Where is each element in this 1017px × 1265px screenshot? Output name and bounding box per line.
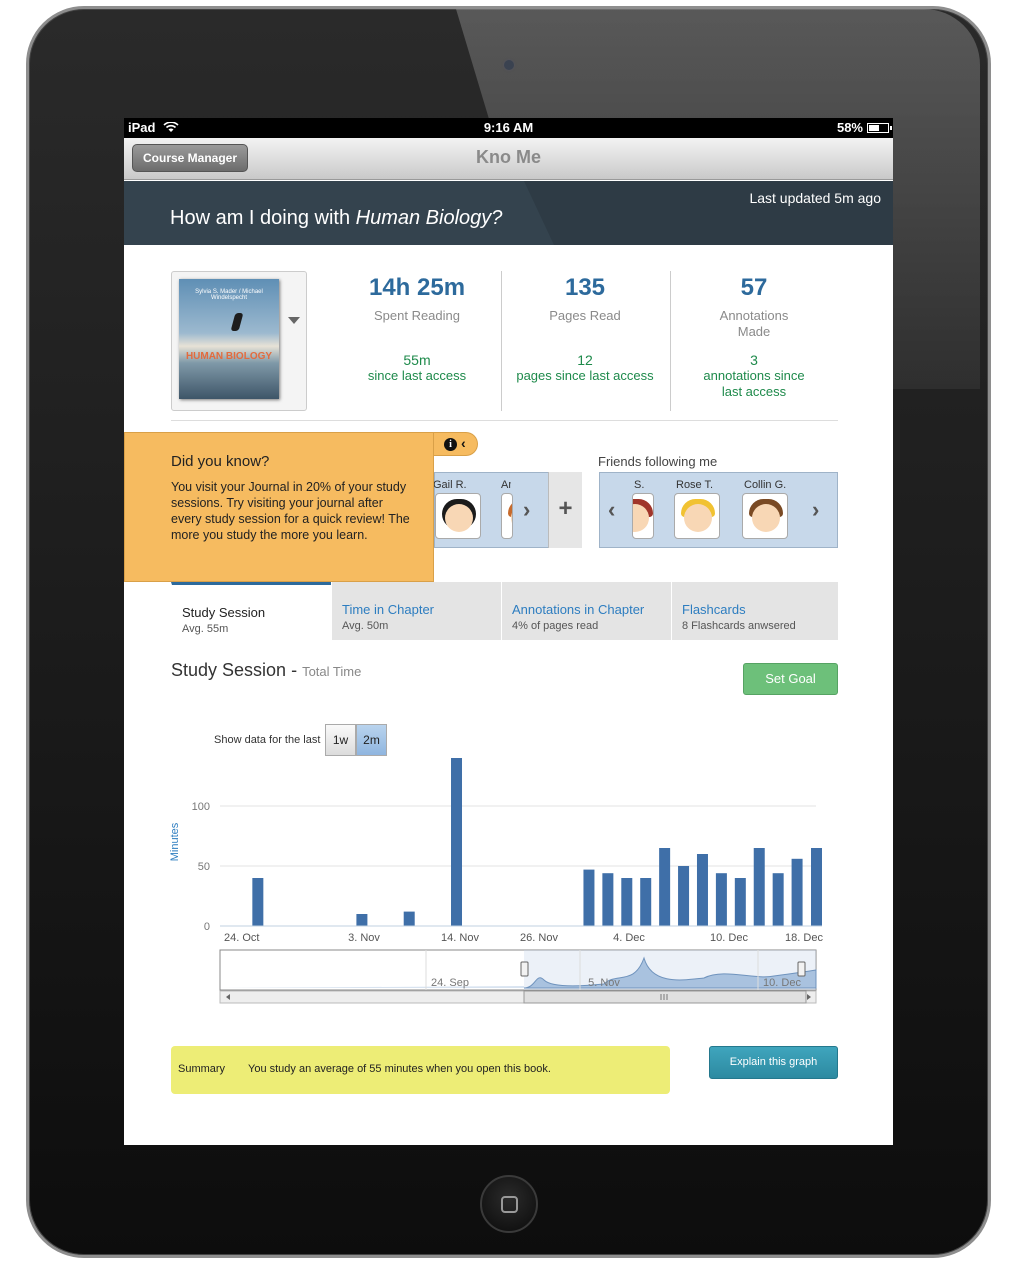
bar <box>640 878 652 926</box>
tab-time-in-chapter[interactable]: Time in Chapter Avg. 50m <box>331 582 501 640</box>
chevron-right-icon[interactable]: › <box>523 497 530 523</box>
summary-text: You study an average of 55 minutes when … <box>248 1063 551 1075</box>
x-tick-label: 14. Nov <box>441 932 479 944</box>
peer-name: Am <box>501 479 511 491</box>
did-you-know-tip: Did you know? You visit your Journal in … <box>124 432 434 582</box>
bar <box>356 914 368 926</box>
avatar[interactable] <box>501 493 513 539</box>
metric-tabs: Study Session Avg. 55m Time in Chapter Avg… <box>171 582 838 640</box>
chevron-left-icon: ‹ <box>461 435 466 451</box>
bar <box>678 866 690 926</box>
last-updated: Last updated 5m ago <box>749 190 881 206</box>
section-title: Study Session - Total Time <box>171 660 362 680</box>
chevron-left-icon[interactable]: ‹ <box>608 497 615 523</box>
bar <box>791 858 803 926</box>
bar <box>583 869 595 926</box>
navigator-tick-label: 24. Sep <box>431 977 469 989</box>
avatar[interactable] <box>674 493 720 539</box>
bar <box>621 878 633 926</box>
navigator-tick-label: 10. Dec <box>763 977 801 989</box>
tab-annotations-in-chapter[interactable]: Annotations in Chapter 4% of pages read <box>501 582 671 640</box>
scrollbar-thumb <box>523 990 807 1004</box>
x-tick-label: 18. Dec <box>785 932 823 944</box>
avatar[interactable] <box>742 493 788 539</box>
camera-icon <box>504 60 514 70</box>
avatar[interactable] <box>435 493 481 539</box>
dropdown-caret-icon[interactable] <box>288 317 300 324</box>
bar <box>811 848 822 926</box>
tab-study-session[interactable]: Study Session Avg. 55m <box>171 582 331 640</box>
bar <box>734 878 746 926</box>
explain-graph-button[interactable]: Explain this graph <box>709 1046 838 1079</box>
friend-name: Collin G. <box>744 479 787 491</box>
cover-authors: Sylvia S. Mader / Michael Windelspecht <box>195 289 263 301</box>
bar <box>602 873 614 926</box>
x-tick-label: 3. Nov <box>348 932 380 944</box>
stat-time-reading: 14h 25m Spent Reading 55m since last acc… <box>367 274 467 383</box>
bar <box>403 911 415 926</box>
navigator-tick-label: 5. Nov <box>588 977 620 989</box>
x-tick-label: 24. Oct <box>224 932 259 944</box>
bar <box>696 854 708 926</box>
bar <box>772 873 784 926</box>
nav-title: Kno Me <box>476 147 541 167</box>
range-2m-button[interactable]: 2m <box>356 724 387 756</box>
y-tick-label: 50 <box>198 861 210 873</box>
battery-percent: 58% <box>836 120 863 135</box>
status-bar: iPad 9:16 AM 58% <box>124 118 893 138</box>
book-selector[interactable]: Sylvia S. Mader / Michael Windelspecht H… <box>171 271 307 411</box>
battery-fill <box>869 124 880 131</box>
bar <box>252 878 264 926</box>
x-tick-label: 4. Dec <box>613 932 645 944</box>
y-tick-label: 0 <box>204 921 210 933</box>
plus-icon: + <box>558 495 573 522</box>
summary-label: Summary <box>178 1063 226 1075</box>
book-cover: Sylvia S. Mader / Michael Windelspecht H… <box>179 279 279 399</box>
peer-name: Gail R. <box>433 479 467 491</box>
range-label: Show data for the last <box>214 734 321 746</box>
friends-panel: ‹ S. Rose T. Collin G. › <box>599 472 838 548</box>
tab-flashcards[interactable]: Flashcards 8 Flashcards anwsered <box>671 582 838 640</box>
x-tick-label: 10. Dec <box>710 932 748 944</box>
tip-body: You visit your Journal in 20% of your st… <box>171 480 410 542</box>
bar <box>753 848 765 926</box>
navigation-bar: Course Manager Kno Me <box>124 138 893 180</box>
home-button[interactable] <box>480 1175 538 1233</box>
range-1w-button[interactable]: 1w <box>325 724 356 756</box>
tip-title: Did you know? <box>171 453 270 470</box>
clock: 9:16 AM <box>483 120 534 135</box>
y-tick-label: 100 <box>192 801 210 813</box>
friend-name: S. <box>634 479 645 491</box>
friends-label: Friends following me <box>598 454 718 469</box>
add-friend-button[interactable]: + <box>548 472 582 548</box>
home-square-icon <box>501 1196 518 1213</box>
study-session-chart: 0 50 100 Minutes 24. Oct 3. Nov 14. Nov 26. Nov… <box>169 758 823 1004</box>
page-title: How am I doing with Human Biology? <box>170 207 503 229</box>
set-goal-button[interactable]: Set Goal <box>743 663 838 695</box>
summary-box: Summary You study an average of 55 minut… <box>171 1046 670 1094</box>
stat-pages-read: 135 Pages Read 12 pages since last acces… <box>516 274 654 383</box>
bar <box>451 758 463 926</box>
battery-icon <box>867 122 892 133</box>
info-icon: i <box>444 438 457 451</box>
header-banner: How am I doing with Human Biology? Last … <box>124 181 893 245</box>
avatar[interactable] <box>632 493 654 539</box>
x-tick-label: 26. Nov <box>520 932 558 944</box>
cover-title: HUMAN BIOLOGY <box>185 351 273 362</box>
book-title: Human Biology? <box>355 207 503 229</box>
chevron-right-icon[interactable]: › <box>812 497 819 523</box>
tip-toggle[interactable]: i ‹ <box>432 432 478 456</box>
bar <box>715 873 727 926</box>
navigator-handle <box>797 961 806 977</box>
y-axis-label: Minutes <box>169 822 181 861</box>
bar <box>659 848 671 926</box>
navigator-handle <box>520 961 529 977</box>
screen: iPad 9:16 AM 58% Course Manager Kno Me H… <box>124 118 893 1145</box>
friend-name: Rose T. <box>676 479 714 491</box>
stat-annotations: 57 Annotations Made 3 annotations since … <box>703 274 805 399</box>
